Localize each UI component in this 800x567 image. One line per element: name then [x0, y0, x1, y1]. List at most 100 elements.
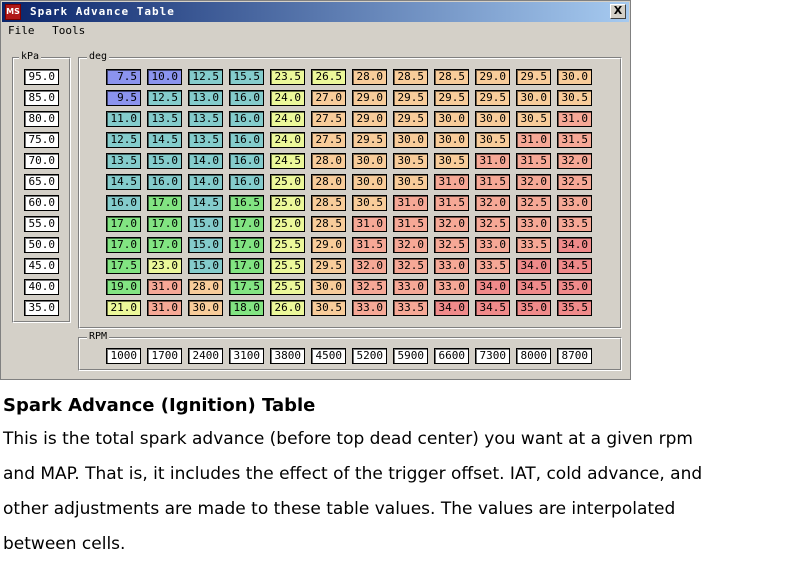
spark-advance-cell[interactable]: 32.5	[475, 216, 510, 232]
kpa-cell[interactable]: 40.0	[24, 279, 59, 295]
spark-advance-cell[interactable]: 32.0	[393, 237, 428, 253]
spark-advance-cell[interactable]: 30.5	[311, 300, 346, 316]
spark-advance-cell[interactable]: 30.0	[516, 90, 551, 106]
spark-advance-cell[interactable]: 30.5	[434, 153, 469, 169]
spark-advance-cell[interactable]: 17.0	[147, 237, 182, 253]
spark-advance-cell[interactable]: 25.0	[270, 195, 305, 211]
spark-advance-cell[interactable]: 25.0	[270, 216, 305, 232]
spark-advance-cell[interactable]: 31.5	[475, 174, 510, 190]
spark-advance-cell[interactable]: 31.5	[557, 132, 592, 148]
spark-advance-cell[interactable]: 28.0	[311, 174, 346, 190]
spark-advance-cell[interactable]: 30.5	[557, 90, 592, 106]
spark-advance-cell[interactable]: 17.5	[106, 258, 141, 274]
spark-advance-cell[interactable]: 30.0	[557, 69, 592, 85]
close-button[interactable]: X	[610, 4, 626, 19]
spark-advance-cell[interactable]: 14.5	[106, 174, 141, 190]
spark-advance-cell[interactable]: 33.5	[557, 216, 592, 232]
spark-advance-cell[interactable]: 17.0	[229, 237, 264, 253]
spark-advance-cell[interactable]: 29.0	[352, 90, 387, 106]
spark-advance-cell[interactable]: 28.5	[393, 69, 428, 85]
spark-advance-cell[interactable]: 25.5	[270, 237, 305, 253]
spark-advance-cell[interactable]: 30.5	[475, 132, 510, 148]
spark-advance-cell[interactable]: 29.0	[475, 69, 510, 85]
spark-advance-cell[interactable]: 31.5	[434, 195, 469, 211]
spark-advance-cell[interactable]: 30.0	[434, 111, 469, 127]
spark-advance-cell[interactable]: 28.5	[311, 216, 346, 232]
rpm-cell[interactable]: 2400	[188, 348, 223, 364]
spark-advance-cell[interactable]: 33.0	[516, 216, 551, 232]
spark-advance-cell[interactable]: 24.0	[270, 132, 305, 148]
spark-advance-cell[interactable]: 14.0	[188, 174, 223, 190]
spark-advance-cell[interactable]: 34.0	[434, 300, 469, 316]
spark-advance-cell[interactable]: 28.0	[352, 69, 387, 85]
spark-advance-cell[interactable]: 30.0	[393, 132, 428, 148]
spark-advance-cell[interactable]: 26.5	[311, 69, 346, 85]
spark-advance-cell[interactable]: 32.5	[516, 195, 551, 211]
spark-advance-cell[interactable]: 31.5	[516, 153, 551, 169]
spark-advance-cell[interactable]: 16.0	[147, 174, 182, 190]
spark-advance-cell[interactable]: 33.0	[393, 279, 428, 295]
kpa-cell[interactable]: 50.0	[24, 237, 59, 253]
menu-file[interactable]: File	[3, 23, 41, 37]
spark-advance-cell[interactable]: 29.5	[434, 90, 469, 106]
spark-advance-cell[interactable]: 13.5	[188, 132, 223, 148]
rpm-cell[interactable]: 3100	[229, 348, 264, 364]
spark-advance-cell[interactable]: 16.0	[229, 174, 264, 190]
spark-advance-cell[interactable]: 31.0	[147, 279, 182, 295]
spark-advance-cell[interactable]: 16.0	[229, 111, 264, 127]
spark-advance-cell[interactable]: 12.5	[188, 69, 223, 85]
spark-advance-cell[interactable]: 16.0	[229, 132, 264, 148]
spark-advance-cell[interactable]: 17.5	[229, 279, 264, 295]
spark-advance-cell[interactable]: 35.0	[516, 300, 551, 316]
spark-advance-cell[interactable]: 33.5	[393, 300, 428, 316]
spark-advance-cell[interactable]: 30.0	[434, 132, 469, 148]
kpa-cell[interactable]: 95.0	[24, 69, 59, 85]
spark-advance-cell[interactable]: 32.5	[393, 258, 428, 274]
spark-advance-cell[interactable]: 24.0	[270, 90, 305, 106]
spark-advance-cell[interactable]: 28.5	[434, 69, 469, 85]
spark-advance-cell[interactable]: 33.0	[434, 258, 469, 274]
spark-advance-cell[interactable]: 33.0	[434, 279, 469, 295]
spark-advance-cell[interactable]: 31.0	[147, 300, 182, 316]
kpa-cell[interactable]: 45.0	[24, 258, 59, 274]
spark-advance-cell[interactable]: 13.5	[106, 153, 141, 169]
spark-advance-cell[interactable]: 30.0	[475, 111, 510, 127]
spark-advance-cell[interactable]: 30.5	[393, 174, 428, 190]
spark-advance-cell[interactable]: 34.0	[516, 258, 551, 274]
spark-advance-cell[interactable]: 17.0	[106, 216, 141, 232]
spark-advance-cell[interactable]: 31.0	[557, 111, 592, 127]
spark-advance-cell[interactable]: 28.0	[311, 153, 346, 169]
spark-advance-cell[interactable]: 25.5	[270, 258, 305, 274]
rpm-cell[interactable]: 8700	[557, 348, 592, 364]
spark-advance-cell[interactable]: 32.0	[557, 153, 592, 169]
rpm-cell[interactable]: 5200	[352, 348, 387, 364]
spark-advance-cell[interactable]: 30.0	[311, 279, 346, 295]
spark-advance-cell[interactable]: 29.5	[475, 90, 510, 106]
spark-advance-cell[interactable]: 27.0	[311, 90, 346, 106]
spark-advance-cell[interactable]: 15.0	[188, 258, 223, 274]
spark-advance-cell[interactable]: 29.5	[516, 69, 551, 85]
spark-advance-cell[interactable]: 33.5	[475, 258, 510, 274]
spark-advance-cell[interactable]: 16.5	[229, 195, 264, 211]
spark-advance-cell[interactable]: 31.0	[475, 153, 510, 169]
spark-advance-cell[interactable]: 13.0	[188, 90, 223, 106]
spark-advance-cell[interactable]: 32.5	[352, 279, 387, 295]
spark-advance-cell[interactable]: 32.0	[475, 195, 510, 211]
kpa-cell[interactable]: 80.0	[24, 111, 59, 127]
app-icon[interactable]: MS	[5, 4, 21, 20]
title-bar[interactable]: MS Spark Advance Table X	[2, 2, 629, 22]
spark-advance-cell[interactable]: 35.5	[557, 300, 592, 316]
rpm-cell[interactable]: 3800	[270, 348, 305, 364]
spark-advance-cell[interactable]: 30.5	[516, 111, 551, 127]
rpm-cell[interactable]: 8000	[516, 348, 551, 364]
spark-advance-cell[interactable]: 24.0	[270, 111, 305, 127]
spark-advance-cell[interactable]: 12.5	[147, 90, 182, 106]
menu-tools[interactable]: Tools	[47, 23, 91, 37]
spark-advance-cell[interactable]: 10.0	[147, 69, 182, 85]
spark-advance-cell[interactable]: 17.0	[147, 216, 182, 232]
spark-advance-cell[interactable]: 15.0	[147, 153, 182, 169]
spark-advance-cell[interactable]: 31.5	[352, 237, 387, 253]
spark-advance-cell[interactable]: 35.0	[557, 279, 592, 295]
kpa-cell[interactable]: 60.0	[24, 195, 59, 211]
spark-advance-cell[interactable]: 25.0	[270, 174, 305, 190]
